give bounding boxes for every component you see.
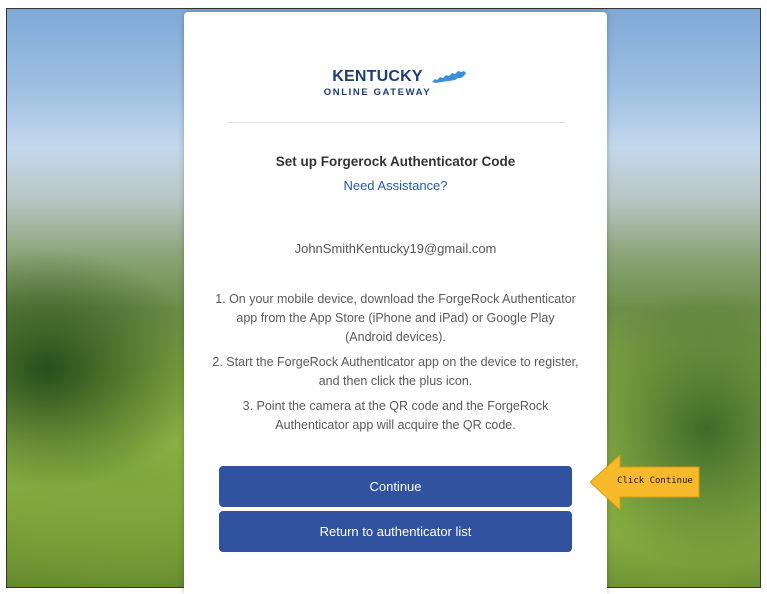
- kentucky-state-shape-icon: [432, 71, 467, 83]
- logo-title: KENTUCKY: [332, 68, 423, 85]
- setup-instructions: 1. On your mobile device, download the F…: [212, 290, 579, 441]
- return-to-authenticator-list-button[interactable]: Return to authenticator list: [219, 511, 572, 552]
- instruction-step-1: 1. On your mobile device, download the F…: [215, 292, 576, 344]
- callout-text: Click Continue: [617, 476, 693, 486]
- login-card: KENTUCKY ONLINE GATEWAY Set up Forgerock…: [184, 12, 607, 594]
- logo-subtitle: ONLINE GATEWAY: [323, 87, 432, 98]
- instruction-step-2: 2. Start the ForgeRock Authenticator app…: [212, 355, 579, 388]
- click-continue-callout: Click Continue: [589, 453, 702, 512]
- continue-button[interactable]: Continue: [219, 466, 572, 507]
- header-divider: [228, 122, 565, 123]
- kentucky-online-gateway-logo: KENTUCKY ONLINE GATEWAY: [184, 68, 607, 98]
- user-email: JohnSmithKentucky19@gmail.com: [294, 241, 497, 256]
- page-title: Set up Forgerock Authenticator Code: [275, 154, 516, 169]
- need-assistance-link[interactable]: Need Assistance?: [184, 178, 607, 193]
- instruction-step-3: 3. Point the camera at the QR code and t…: [242, 399, 549, 432]
